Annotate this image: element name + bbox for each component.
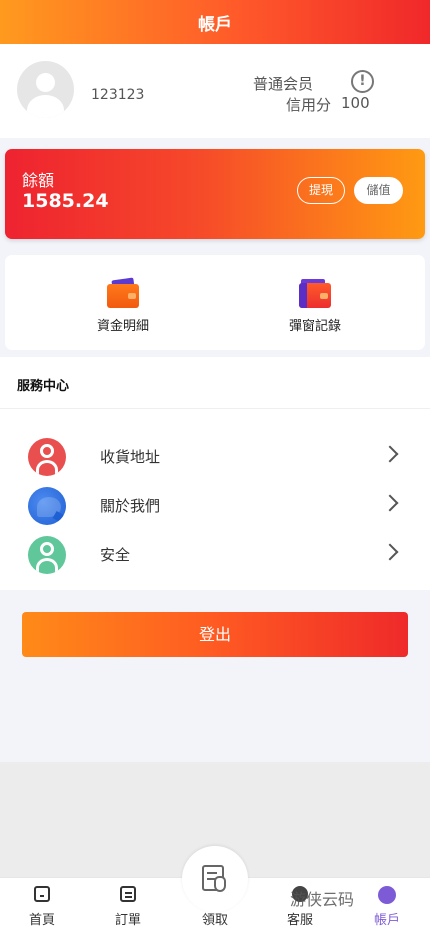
wallet-icon (106, 277, 140, 309)
list-item-address[interactable]: 收貨地址 (0, 432, 430, 481)
app-header: 帳戶 (0, 0, 430, 44)
avatar[interactable] (17, 61, 74, 118)
avatar-head-shape (36, 73, 55, 92)
popup-records-item[interactable]: 彈窗記錄 (255, 279, 375, 334)
chevron-right-icon (381, 445, 399, 463)
chat-icon (28, 487, 66, 525)
username: 123123 (91, 87, 145, 103)
popup-records-label: 彈窗記錄 (288, 319, 341, 334)
wallet-icon (298, 279, 332, 309)
credit-score-label: 信用分 (285, 96, 331, 114)
user-icon (28, 438, 66, 476)
balance-card: 餘額 1585.24 提現 儲值 (5, 149, 425, 239)
list-item-label: 收貨地址 (100, 448, 161, 466)
deposit-button[interactable]: 儲值 (354, 177, 403, 204)
orders-icon (120, 886, 136, 902)
list-item-security[interactable]: 安全 (0, 530, 430, 579)
list-item-label: 安全 (100, 546, 131, 564)
claim-fab-button[interactable] (182, 846, 248, 912)
fund-details-label: 資金明細 (96, 319, 149, 334)
page-title: 帳戶 (198, 14, 232, 35)
account-icon (378, 886, 396, 904)
home-icon (34, 886, 50, 902)
fund-details-item[interactable]: 資金明細 (63, 277, 183, 334)
chevron-right-icon (381, 543, 399, 561)
balance-value: 1585.24 (22, 190, 109, 212)
service-center: 服務中心 收貨地址 關於我們 安全 (0, 357, 430, 590)
balance-label: 餘額 (22, 171, 55, 190)
info-icon[interactable]: ! (351, 70, 374, 93)
list-item-label: 關於我們 (100, 497, 161, 515)
withdraw-button[interactable]: 提現 (297, 177, 345, 204)
tab-orders[interactable]: 訂單 (98, 878, 158, 932)
service-center-title: 服務中心 (17, 379, 70, 394)
tab-home[interactable]: 首頁 (12, 878, 72, 932)
tab-label: 帳戶 (373, 913, 400, 928)
member-level: 普通会员 (252, 75, 313, 93)
records-panel: 資金明細 彈窗記錄 (5, 255, 425, 350)
logout-button[interactable]: 登出 (22, 612, 408, 657)
list-item-about[interactable]: 關於我們 (0, 481, 430, 530)
tab-label: 首頁 (28, 913, 55, 928)
divider (0, 408, 430, 409)
tab-label: 客服 (286, 913, 313, 928)
tab-label: 訂單 (114, 913, 141, 928)
profile-card: 123123 普通会员 ! 信用分 100 (0, 44, 430, 138)
user-icon (28, 536, 66, 574)
hand-pointer-icon (214, 876, 226, 892)
avatar-body-shape (27, 95, 64, 118)
credit-score-value: 100 (341, 94, 370, 112)
chevron-right-icon (381, 494, 399, 512)
watermark-text: 游侠云码 (290, 890, 355, 909)
tab-account[interactable]: 帳戶 (357, 878, 417, 932)
